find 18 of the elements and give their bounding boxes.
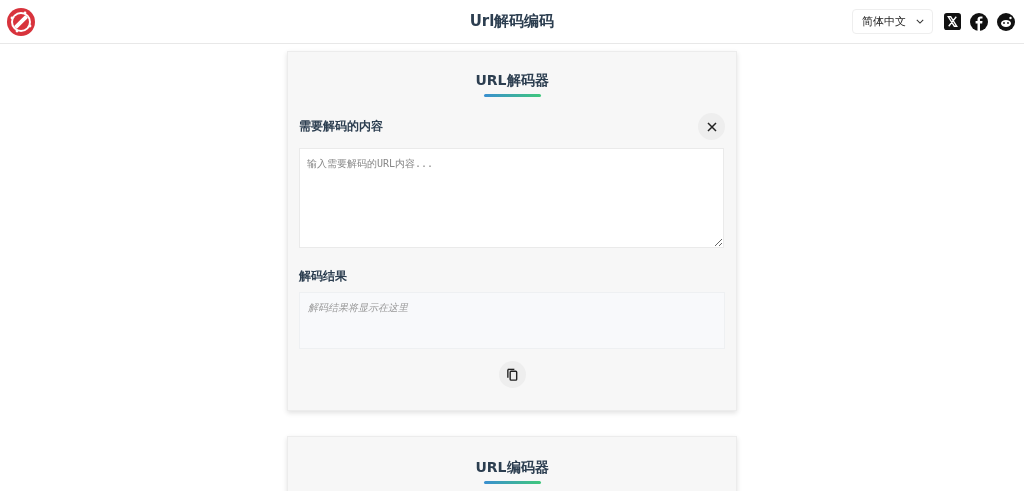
x-share-icon[interactable] (944, 13, 961, 30)
logo-icon[interactable] (6, 6, 36, 37)
title-underline (483, 481, 541, 484)
copy-icon (505, 368, 519, 381)
language-select[interactable]: 简体中文 (852, 9, 933, 34)
page-title: Url解码编码 (469, 12, 555, 31)
facebook-icon[interactable] (970, 12, 988, 31)
card-title: URL编码器 (475, 459, 549, 477)
copy-button[interactable] (498, 361, 526, 388)
reddit-icon[interactable] (997, 12, 1015, 31)
caret-icon (916, 19, 924, 24)
card-title: URL解码器 (475, 72, 549, 90)
clear-button[interactable] (698, 113, 725, 140)
input-label: 需要解码的内容 (299, 118, 383, 135)
close-icon (706, 121, 717, 132)
result-label: 解码结果 (299, 268, 348, 285)
input-field[interactable]: 输入需要解码的URL内容... (299, 148, 724, 248)
title-underline (483, 94, 541, 97)
